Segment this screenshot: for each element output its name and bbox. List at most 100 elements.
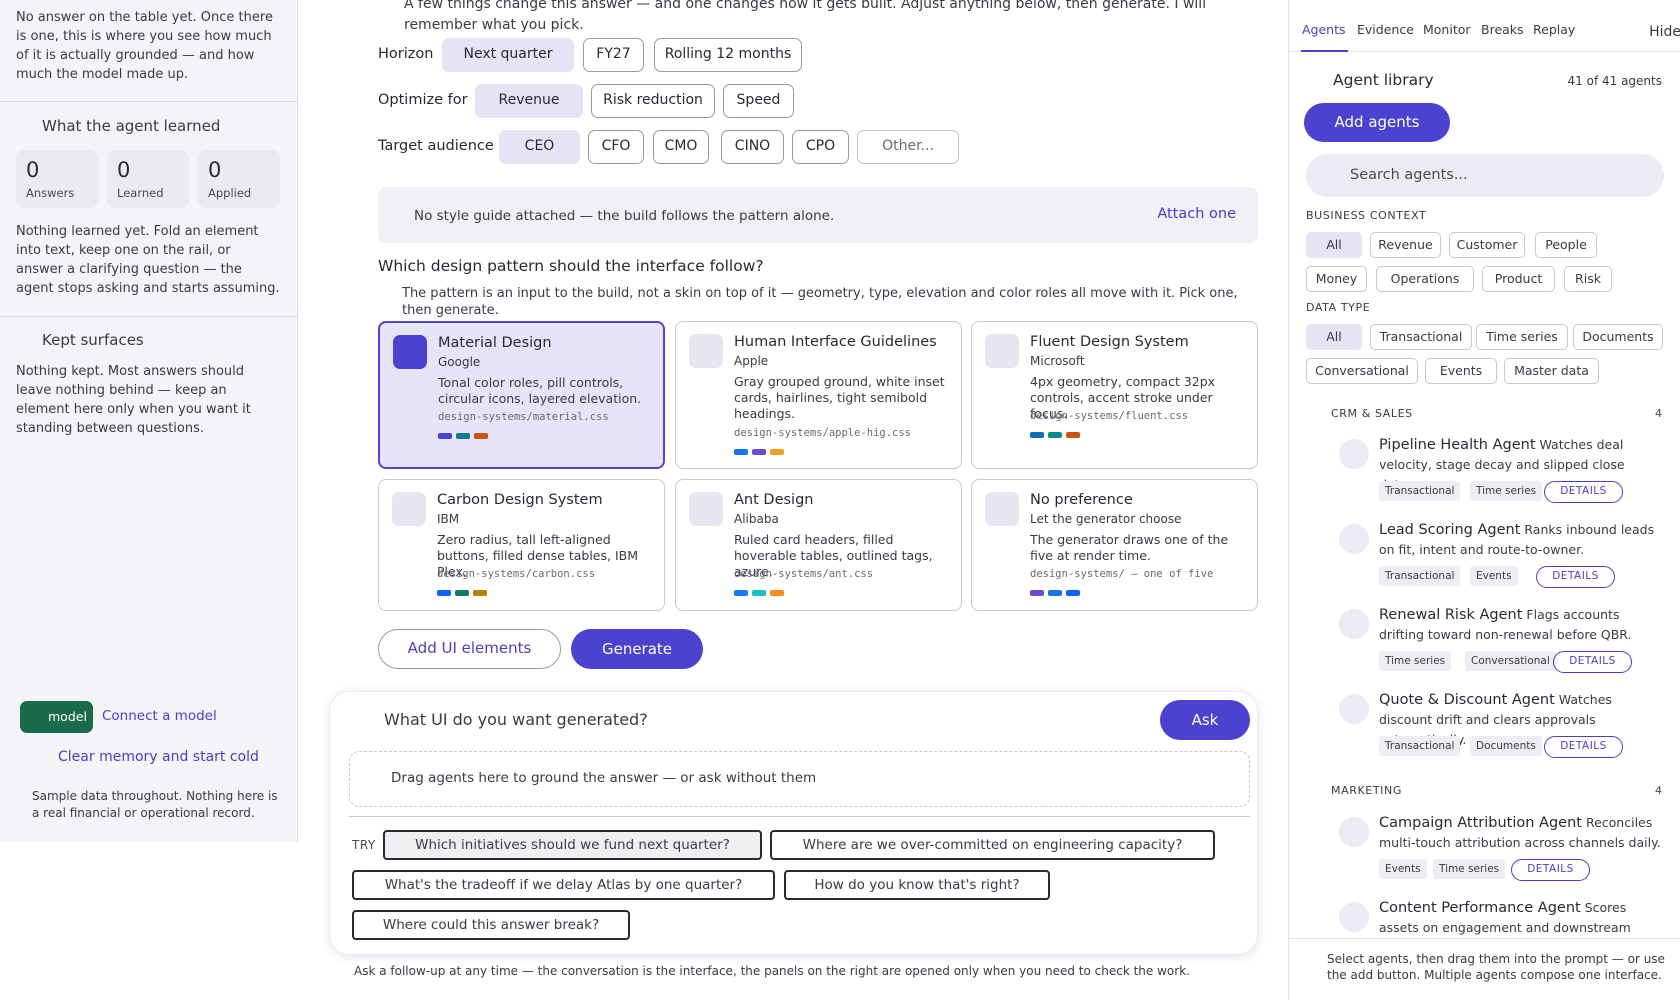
add-agents-button[interactable]: Add agents <box>1304 103 1450 142</box>
pattern-swatch <box>985 492 1019 526</box>
filter-tag[interactable]: People <box>1535 232 1597 258</box>
filter-tag[interactable]: All <box>1306 324 1362 350</box>
optimize-option[interactable]: Risk reduction <box>591 84 715 118</box>
filter-tag[interactable]: Documents <box>1573 324 1663 350</box>
details-button[interactable]: DETAILS <box>1553 651 1632 673</box>
agent-item[interactable]: Content Performance Agent Scores assets … <box>1289 901 1680 938</box>
pattern-swatch <box>689 492 723 526</box>
color-swatch <box>474 433 488 439</box>
agent-avatar <box>1339 609 1369 639</box>
filter-tag[interactable]: Events <box>1425 358 1497 384</box>
agent-text: Renewal Risk Agent Flags accounts drifti… <box>1379 605 1664 645</box>
panel-tabs: Agents Evidence Monitor Breaks Replay Hi… <box>1289 0 1680 52</box>
pattern-colors <box>1030 590 1080 596</box>
filter-tag[interactable]: Risk <box>1564 266 1612 292</box>
attach-style-guide-link[interactable]: Attach one <box>1157 206 1236 222</box>
learned-text: Nothing learned yet. Fold an element int… <box>16 224 280 296</box>
pattern-desc: Gray grouped ground, white inset cards, … <box>734 374 945 421</box>
tab-breaks[interactable]: Breaks <box>1481 22 1524 37</box>
pattern-card-carbon[interactable]: Carbon Design System IBM Zero radius, ta… <box>378 479 665 611</box>
ask-button[interactable]: Ask <box>1160 700 1250 740</box>
pattern-path: design-systems/ — one of five <box>1030 568 1214 580</box>
tab-evidence[interactable]: Evidence <box>1357 22 1414 37</box>
filter-tag[interactable]: Transactional <box>1370 324 1472 350</box>
pattern-name: Fluent Design System <box>1030 334 1189 350</box>
optimize-option[interactable]: Speed <box>723 84 794 118</box>
learned-title: What the agent learned <box>42 117 221 135</box>
group-count: 4 <box>1655 407 1662 420</box>
drop-zone-hint: Drag agents here to ground the answer — … <box>391 770 817 786</box>
add-ui-elements-button[interactable]: Add UI elements <box>378 629 561 669</box>
audience-option[interactable]: CPO <box>792 130 849 164</box>
group-count: 4 <box>1655 784 1662 797</box>
optimize-option[interactable]: Revenue <box>475 84 583 118</box>
pattern-path: design-systems/fluent.css <box>1030 410 1189 422</box>
agent-tag: Time series <box>1470 481 1543 501</box>
pattern-card-no-preference[interactable]: No preference Let the generator choose T… <box>971 479 1258 611</box>
filter-tag[interactable]: Money <box>1306 266 1367 292</box>
pattern-colors <box>1030 432 1080 438</box>
agent-drop-zone[interactable]: Drag agents here to ground the answer — … <box>349 751 1250 807</box>
suggestion-chip[interactable]: Where are we over-committed on engineeri… <box>770 830 1215 860</box>
details-button[interactable]: DETAILS <box>1536 566 1615 588</box>
suggestion-chip[interactable]: Where could this answer break? <box>352 910 630 940</box>
audience-option[interactable]: CINO <box>721 130 784 164</box>
agent-tag: Transactional <box>1379 736 1461 756</box>
search-agents-input[interactable]: Search agents... <box>1306 154 1664 197</box>
agent-avatar <box>1339 694 1369 724</box>
audience-option[interactable]: CMO <box>653 130 709 164</box>
tab-monitor[interactable]: Monitor <box>1423 22 1471 37</box>
clear-memory-link[interactable]: Clear memory and start cold <box>58 749 259 765</box>
model-button[interactable]: model <box>20 701 93 733</box>
search-placeholder: Search agents... <box>1350 167 1468 183</box>
filter-tag[interactable]: Customer <box>1449 232 1525 258</box>
filter-tag[interactable]: Product <box>1482 266 1555 292</box>
stat-learned: 0 Learned <box>107 150 189 208</box>
color-swatch <box>734 590 748 596</box>
pattern-org: Alibaba <box>734 512 779 526</box>
pattern-card-fluent[interactable]: Fluent Design System Microsoft 4px geome… <box>971 321 1258 469</box>
pattern-card-ant[interactable]: Ant Design Alibaba Ruled card headers, f… <box>675 479 962 611</box>
details-button[interactable]: DETAILS <box>1544 481 1623 503</box>
divider <box>349 816 1250 817</box>
suggestion-chip[interactable]: Which initiatives should we fund next qu… <box>383 830 762 860</box>
connect-model-link[interactable]: Connect a model <box>102 708 217 724</box>
suggestion-chip[interactable]: How do you know that's right? <box>784 870 1050 900</box>
agent-name: Content Performance Agent <box>1379 901 1581 916</box>
filter-tag[interactable]: Master data <box>1504 358 1599 384</box>
data-type-caption: DATA TYPE <box>1306 301 1371 314</box>
filter-tag[interactable]: Revenue <box>1370 232 1441 258</box>
audience-other-option[interactable]: Other... <box>857 130 959 164</box>
horizon-option[interactable]: Next quarter <box>442 38 574 72</box>
filter-tag[interactable]: Conversational <box>1306 358 1418 384</box>
agent-tag: Time series <box>1379 651 1452 671</box>
pattern-swatch <box>392 492 426 526</box>
horizon-option[interactable]: Rolling 12 months <box>654 38 802 72</box>
color-swatch <box>1048 590 1062 596</box>
filter-tag[interactable]: All <box>1306 232 1362 258</box>
pattern-org: IBM <box>437 512 460 526</box>
pattern-org: Let the generator choose <box>1030 512 1182 526</box>
audience-option[interactable]: CEO <box>499 130 580 164</box>
horizon-option[interactable]: FY27 <box>583 38 644 72</box>
agent-tag: Transactional <box>1379 566 1461 586</box>
prompt-input[interactable]: What UI do you want generated? <box>384 710 648 729</box>
hide-panel-button[interactable]: Hide <box>1649 24 1680 40</box>
pattern-card-material[interactable]: Material Design Google Tonal color roles… <box>378 321 665 469</box>
pattern-swatch <box>985 334 1019 368</box>
generate-button[interactable]: Generate <box>571 629 703 669</box>
color-swatch <box>770 449 784 455</box>
suggestion-chip[interactable]: What's the tradeoff if we delay Atlas by… <box>352 870 775 900</box>
filter-tag[interactable]: Operations <box>1376 266 1474 292</box>
details-button[interactable]: DETAILS <box>1544 736 1623 758</box>
pattern-card-apple[interactable]: Human Interface Guidelines Apple Gray gr… <box>675 321 962 469</box>
audience-option[interactable]: CFO <box>588 130 644 164</box>
tab-agents[interactable]: Agents <box>1302 22 1346 37</box>
filter-tag[interactable]: Time series <box>1476 324 1568 350</box>
tab-replay[interactable]: Replay <box>1533 22 1575 37</box>
color-swatch <box>752 590 766 596</box>
stat-answers-label: Answers <box>26 186 75 200</box>
details-button[interactable]: DETAILS <box>1511 859 1590 881</box>
pattern-path: design-systems/material.css <box>438 411 609 423</box>
try-label: TRY <box>352 838 376 852</box>
